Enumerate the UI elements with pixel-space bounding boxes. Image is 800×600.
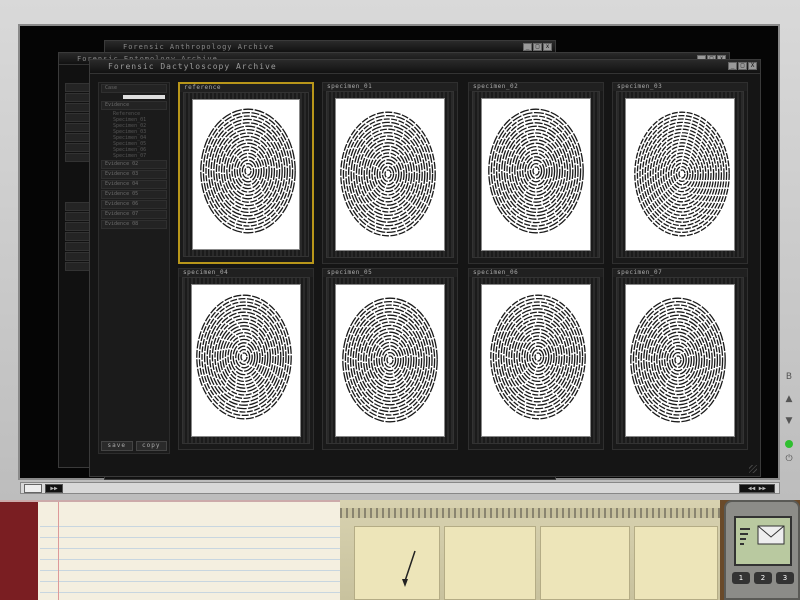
monitor-screen: Forensic Anthropology Archive _ □ x Fore…	[18, 24, 780, 480]
tree-item[interactable]: Evidence 06	[101, 200, 167, 209]
card-frame	[616, 91, 744, 258]
notebook-margin	[58, 502, 59, 600]
panel-buttons: save copy	[101, 441, 167, 451]
case-field[interactable]	[123, 95, 165, 99]
phone-keys: 1 2 3	[732, 572, 794, 584]
fingerprint-image	[490, 294, 586, 419]
card-paper	[481, 284, 591, 437]
card-frame	[326, 91, 454, 258]
card-label: specimen_02	[469, 83, 603, 91]
phone-key-2[interactable]: 2	[754, 572, 772, 584]
fingerprint-image	[634, 111, 730, 236]
card-frame	[182, 277, 310, 444]
folder-4[interactable]	[634, 526, 718, 600]
folder-1[interactable]	[354, 526, 440, 600]
close-button[interactable]: x	[543, 43, 552, 51]
card-paper	[335, 98, 445, 251]
tree-item[interactable]: Evidence 02	[101, 160, 167, 169]
notebook-lines	[40, 516, 340, 600]
fingerprint-card[interactable]: reference	[178, 82, 314, 264]
close-button[interactable]: X	[748, 62, 757, 70]
resize-grip[interactable]	[749, 465, 757, 473]
card-label: specimen_07	[613, 269, 747, 277]
fingerprint-card[interactable]: specimen_06	[468, 268, 604, 450]
maximize-button[interactable]: □	[738, 62, 747, 70]
dactyloscopy-window[interactable]: Forensic Dactyloscopy Archive _ □ X Case…	[89, 59, 761, 477]
background-tree	[65, 83, 91, 272]
minimize-button[interactable]: _	[728, 62, 737, 70]
fingerprint-card[interactable]: specimen_07	[612, 268, 748, 450]
notebook[interactable]	[0, 500, 340, 600]
card-label: specimen_05	[323, 269, 457, 277]
card-paper	[625, 284, 735, 437]
monitor-side-buttons: B ▲ ▼ ⏻	[782, 372, 796, 476]
down-button[interactable]: ▼	[782, 416, 796, 438]
folder-rail	[340, 508, 720, 518]
up-button[interactable]: ▲	[782, 394, 796, 416]
brightness-button[interactable]: B	[782, 372, 796, 394]
card-label: specimen_06	[469, 269, 603, 277]
card-paper	[625, 98, 735, 251]
card-frame	[183, 92, 309, 257]
tree-item[interactable]: Evidence 04	[101, 180, 167, 189]
window-controls: _ □ X	[728, 62, 757, 70]
notebook-spine	[0, 502, 38, 600]
tree-item[interactable]: Evidence 03	[101, 170, 167, 179]
file-folders	[340, 500, 720, 600]
taskbar-start-button[interactable]	[24, 484, 42, 493]
power-led	[785, 440, 793, 448]
card-label: specimen_03	[613, 83, 747, 91]
folder-2[interactable]	[444, 526, 536, 600]
pen-icon	[402, 550, 416, 587]
fingerprint-image	[342, 297, 438, 422]
card-label: specimen_04	[179, 269, 313, 277]
folder-3[interactable]	[540, 526, 630, 600]
taskbar-nav-buttons[interactable]: ◀◀ ▶▶	[739, 484, 775, 493]
tree-subitem[interactable]: Specimen_07	[99, 153, 169, 159]
taskbar-forward-button[interactable]: ▶▶	[45, 484, 63, 493]
fingerprint-image	[340, 111, 436, 236]
tree-item-label: Case	[105, 85, 118, 91]
taskbar: ▶▶ ◀◀ ▶▶	[20, 482, 780, 494]
save-button[interactable]: save	[101, 441, 133, 451]
envelope-icon	[740, 525, 785, 545]
fingerprint-card[interactable]: specimen_04	[178, 268, 314, 450]
monitor-bezel: Forensic Anthropology Archive _ □ x Fore…	[0, 0, 800, 500]
card-label: reference	[180, 84, 312, 92]
card-paper	[335, 284, 445, 437]
card-frame	[616, 277, 744, 444]
maximize-button[interactable]: □	[533, 43, 542, 51]
fingerprint-card[interactable]: specimen_03	[612, 82, 748, 264]
phone-key-1[interactable]: 1	[732, 572, 750, 584]
phone-key-3[interactable]: 3	[776, 572, 794, 584]
tree-item[interactable]: Evidence 08	[101, 220, 167, 229]
evidence-tree-panel: Case Evidence Reference Specimen_01 Spec…	[98, 82, 170, 454]
fingerprint-card[interactable]: specimen_01	[322, 82, 458, 264]
tree-item-case[interactable]: Case	[101, 84, 167, 93]
fingerprint-image	[196, 294, 292, 419]
card-paper	[481, 98, 591, 251]
fingerprint-image	[200, 108, 296, 233]
tree-item-label: Evidence	[105, 102, 130, 108]
card-frame	[472, 277, 600, 444]
card-frame	[472, 91, 600, 258]
phone-screen	[734, 516, 792, 566]
cell-phone[interactable]: 1 2 3	[724, 500, 800, 600]
tree-item-evidence[interactable]: Evidence	[101, 101, 167, 110]
fingerprint-card[interactable]: specimen_05	[322, 268, 458, 450]
card-paper	[192, 99, 300, 250]
card-label: specimen_01	[323, 83, 457, 91]
tree-item[interactable]: Evidence 07	[101, 210, 167, 219]
minimize-button[interactable]: _	[523, 43, 532, 51]
fingerprint-card[interactable]: specimen_02	[468, 82, 604, 264]
card-paper	[191, 284, 301, 437]
window-controls: _ □ x	[523, 43, 552, 51]
card-frame	[326, 277, 454, 444]
fingerprint-image	[630, 297, 726, 422]
fingerprint-image	[488, 108, 584, 233]
tree-item[interactable]: Evidence 05	[101, 190, 167, 199]
copy-button[interactable]: copy	[135, 441, 167, 451]
window-title: Forensic Dactyloscopy Archive	[90, 60, 760, 74]
power-icon[interactable]: ⏻	[782, 454, 796, 476]
